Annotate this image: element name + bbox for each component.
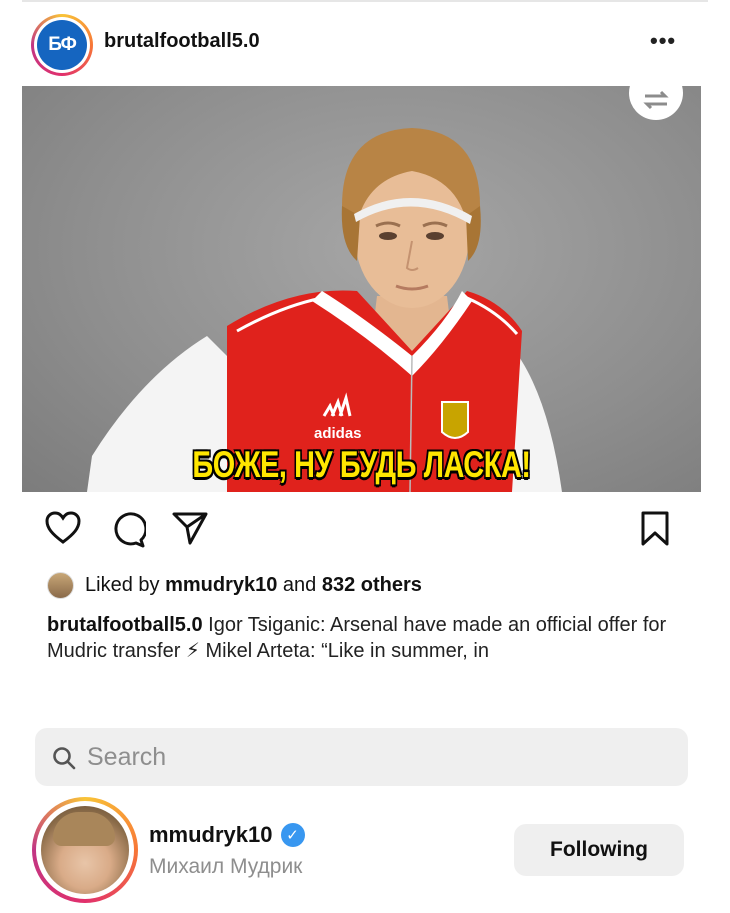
post-image[interactable]: adidas БОЖЕ, НУ БУДЬ ЛАСКА! (22, 86, 701, 492)
save-bookmark-icon[interactable] (640, 510, 670, 548)
svg-text:adidas: adidas (314, 425, 362, 442)
post-actions (0, 510, 730, 554)
profile-username-row[interactable]: mmudryk10 ✓ (149, 822, 305, 848)
caption-username[interactable]: brutalfootball5.0 (47, 614, 203, 636)
following-button[interactable]: Following (514, 824, 684, 876)
share-send-icon[interactable] (171, 510, 209, 546)
search-icon (53, 747, 76, 770)
profile-username[interactable]: mmudryk10 (149, 822, 273, 848)
likes-others-count[interactable]: 832 others (322, 574, 422, 597)
likes-summary[interactable]: Liked by mmudryk10 and 832 others (47, 571, 422, 599)
verified-badge-icon: ✓ (280, 823, 305, 847)
post-header: БФ brutalfootball5.0 ••• (0, 0, 730, 86)
player-photo: adidas (87, 128, 562, 492)
liker-avatar (47, 571, 74, 599)
more-options-icon[interactable]: ••• (650, 28, 676, 54)
post-author-username[interactable]: brutalfootball5.0 (104, 30, 260, 53)
comment-icon[interactable] (108, 510, 146, 548)
post-author-avatar[interactable]: БФ (31, 14, 93, 76)
avatar-logo: БФ (37, 20, 87, 70)
liker-username[interactable]: mmudryk10 (165, 574, 277, 597)
like-heart-icon[interactable] (44, 510, 82, 546)
profile-avatar[interactable] (32, 797, 138, 903)
post-caption: brutalfootball5.0 Igor Tsiganic: Arsenal… (47, 612, 697, 664)
likes-middle: and (277, 573, 322, 596)
search-input[interactable] (87, 740, 667, 774)
likes-prefix: Liked by (85, 573, 166, 596)
profile-full-name: Михаил Мудрик (149, 855, 303, 878)
profile-photo (41, 806, 129, 894)
image-caption-text: БОЖЕ, НУ БУДЬ ЛАСКА! (192, 444, 531, 485)
search-bar[interactable] (35, 728, 688, 786)
